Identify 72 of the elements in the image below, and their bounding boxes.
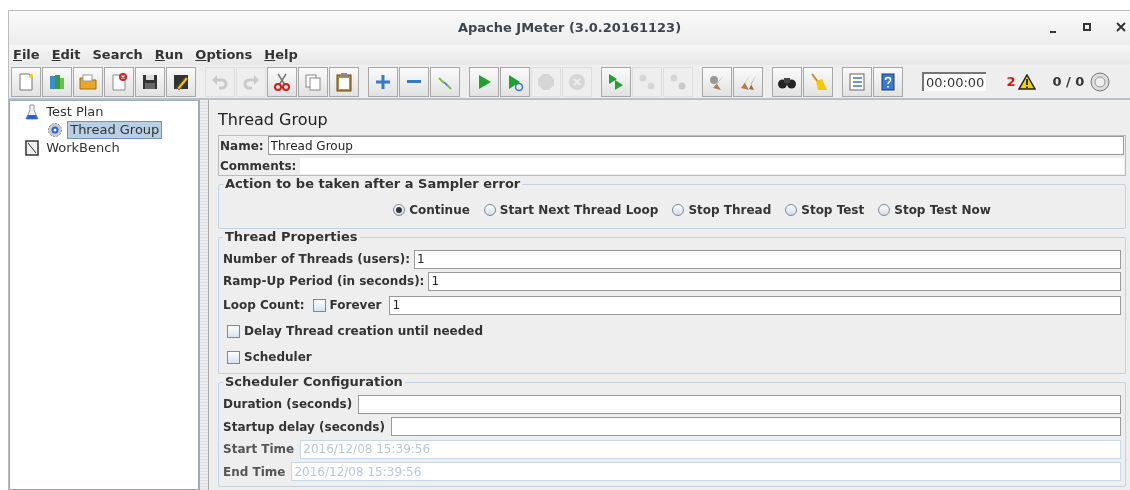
checkbox-label: Scheduler <box>244 349 312 366</box>
radio-button[interactable] <box>878 204 891 216</box>
blank-page-icon <box>16 71 36 92</box>
panel-title: Thread Group <box>218 110 329 130</box>
scissors-icon <box>272 71 292 92</box>
text-field[interactable]: 1 <box>414 249 1121 269</box>
field-label: Loop Count: <box>223 297 305 314</box>
field-label: Number of Threads (users): <box>223 251 410 268</box>
radio-label: Stop Test Now <box>894 202 991 219</box>
tree-item[interactable]: WorkBench <box>43 139 123 157</box>
folder-icon <box>78 71 98 92</box>
menu-item[interactable]: Options <box>195 45 253 65</box>
toolbar-button[interactable] <box>135 66 165 97</box>
tree-item[interactable]: Thread Group <box>67 121 163 139</box>
toolbar-button[interactable] <box>873 66 903 97</box>
radio-label: Start Next Thread Loop <box>499 202 659 219</box>
field-label: Name: <box>220 137 264 155</box>
cancel-icon <box>567 71 587 92</box>
window-title: Apache JMeter (3.0.20161123) <box>457 19 682 38</box>
radio-label: Stop Test <box>801 202 865 219</box>
checkbox-label: Delay Thread creation until needed <box>244 323 484 340</box>
menu-item[interactable]: File <box>13 45 40 65</box>
toolbar-button[interactable] <box>166 66 196 97</box>
close-icon[interactable] <box>1116 21 1126 33</box>
text-field[interactable]: 1 <box>428 271 1121 291</box>
field-label: End Time <box>223 463 286 481</box>
group-title: Thread Properties <box>223 229 360 245</box>
comments-field[interactable] <box>300 158 1124 174</box>
maximize-button[interactable] <box>1082 21 1092 33</box>
list-icon <box>847 71 867 92</box>
radio-button[interactable] <box>672 204 685 216</box>
minus-icon <box>407 80 421 83</box>
menu-item[interactable]: Run <box>154 45 184 65</box>
field-label: Startup delay (seconds) <box>223 418 385 436</box>
warning-icon[interactable] <box>1018 73 1037 90</box>
checkbox[interactable] <box>312 298 326 312</box>
checkbox[interactable] <box>227 324 240 338</box>
field-label: Duration (seconds) <box>223 396 353 414</box>
field-label: Ramp-Up Period (in seconds): <box>223 273 425 290</box>
flask-icon <box>25 104 40 120</box>
toolbar-button[interactable] <box>772 66 802 97</box>
name-field[interactable]: Thread Group <box>267 136 1124 155</box>
broom-icon <box>808 71 828 92</box>
gear-icon <box>47 122 64 138</box>
error-count: 2 <box>1006 72 1016 91</box>
page-close-icon <box>109 71 129 92</box>
notepad-icon <box>25 140 40 156</box>
text-field[interactable]: 1 <box>389 295 1121 315</box>
menu-item[interactable]: Search <box>92 45 143 65</box>
status-indicator-icon <box>1090 71 1111 92</box>
radio-button[interactable] <box>785 204 798 216</box>
elapsed-time: 00:00:00 <box>922 72 987 91</box>
checkbox[interactable] <box>227 350 240 364</box>
thread-count: 0 / 0 <box>1052 72 1085 91</box>
group-title: Scheduler Configuration <box>223 374 405 390</box>
radio-label: Continue <box>409 202 470 219</box>
radio-button[interactable] <box>483 204 496 216</box>
menu-item[interactable]: Edit <box>51 45 81 65</box>
checkbox-label: Forever <box>329 297 382 314</box>
stop-sign-icon <box>536 71 556 92</box>
copy-icon <box>303 71 323 92</box>
text-field[interactable] <box>358 394 1121 414</box>
menu-item[interactable]: Help <box>264 45 298 65</box>
field-label: Start Time <box>223 441 295 459</box>
help-icon <box>878 71 898 92</box>
tree-item[interactable]: Test Plan <box>43 103 107 121</box>
clipboard-icon <box>334 71 354 92</box>
field-label: Comments: <box>220 158 297 175</box>
text-field[interactable] <box>390 417 1121 437</box>
radio-label: Stop Thread <box>688 202 772 219</box>
radio-button[interactable] <box>393 204 406 216</box>
group-title: Action to be taken after a Sampler error <box>223 176 523 192</box>
